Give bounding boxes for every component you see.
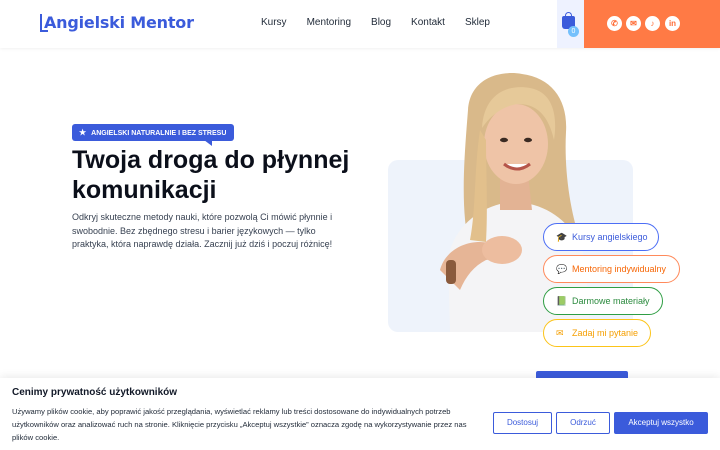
- tiktok-icon[interactable]: ♪: [645, 16, 660, 31]
- cookie-banner: Cenimy prywatność użytkowników Używamy p…: [0, 378, 720, 450]
- nav-link-blog[interactable]: Blog: [371, 17, 391, 28]
- pill-label: Kursy angielskiego: [572, 232, 648, 242]
- hero-title: Twoja droga do płynnej komunikacji: [72, 146, 350, 204]
- cart-count-badge: 0: [568, 26, 579, 37]
- pill-darmowe-materialy[interactable]: 📗 Darmowe materiały: [543, 287, 663, 315]
- pill-label: Mentoring indywidualny: [572, 264, 667, 274]
- cookie-title: Cenimy prywatność użytkowników: [12, 387, 178, 398]
- cookie-text: Używamy plików cookie, aby poprawić jako…: [12, 407, 467, 443]
- nav-link-kontakt[interactable]: Kontakt: [411, 17, 445, 28]
- nav-link-sklep[interactable]: Sklep: [465, 17, 490, 28]
- phone-icon[interactable]: ✆: [607, 16, 622, 31]
- cookie-accept-all-button[interactable]: Akceptuj wszystko: [614, 412, 708, 434]
- pill-zadaj-mi-pytanie[interactable]: ✉ Zadaj mi pytanie: [543, 319, 651, 347]
- hero-badge-text: ANGIELSKI NATURALNIE I BEZ STRESU: [91, 130, 227, 137]
- star-icon: ★: [79, 128, 87, 137]
- pill-mentoring-indywidualny[interactable]: 💬 Mentoring indywidualny: [543, 255, 680, 283]
- mail-icon[interactable]: ✉: [626, 16, 641, 31]
- cookie-customize-button[interactable]: Dostosuj: [493, 412, 552, 434]
- cookie-reject-button[interactable]: Odrzuć: [556, 412, 610, 434]
- pill-label: Darmowe materiały: [572, 296, 650, 306]
- graduation-cap-icon: 🎓: [556, 231, 568, 242]
- main-nav: Kursy Mentoring Blog Kontakt Sklep: [261, 17, 510, 28]
- pill-kursy-angielskiego[interactable]: 🎓 Kursy angielskiego: [543, 223, 659, 251]
- chat-icon: 💬: [556, 263, 568, 274]
- hero-description: Odkryj skuteczne metody nauki, które poz…: [72, 212, 333, 250]
- hero-badge: ★ ANGIELSKI NATURALNIE I BEZ STRESU: [72, 124, 235, 141]
- envelope-icon: ✉: [556, 327, 564, 338]
- nav-link-kursy[interactable]: Kursy: [261, 17, 287, 28]
- logo-text: Angielski Mentor: [44, 13, 194, 32]
- social-bar: ✆ ✉ ♪ in: [584, 0, 720, 48]
- pill-label: Zadaj mi pytanie: [571, 328, 638, 338]
- book-icon: 📗: [556, 295, 568, 306]
- nav-link-mentoring[interactable]: Mentoring: [307, 17, 351, 28]
- linkedin-icon[interactable]: in: [665, 16, 680, 31]
